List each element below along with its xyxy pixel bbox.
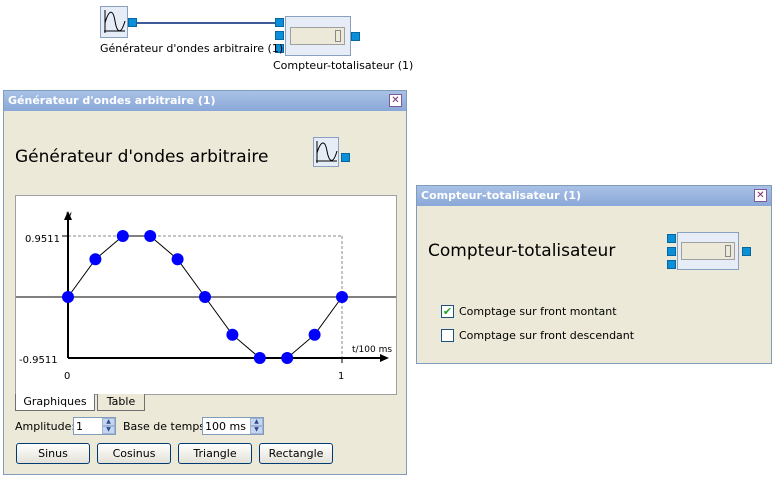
checkbox-rising-edge-label: Comptage sur front montant: [459, 305, 617, 318]
waveform-point-8: [281, 352, 294, 364]
checkbox-falling-edge-box[interactable]: [441, 329, 454, 342]
generator-heading-icon: [313, 137, 339, 167]
counter-block[interactable]: [285, 16, 351, 56]
timebase-down-button[interactable]: ▼: [250, 426, 263, 434]
waveform-point-5: [199, 291, 211, 303]
generator-titlebar[interactable]: Générateur d'ondes arbitraire (1) ✕: [4, 91, 406, 111]
y-tick-label-max: 0.9511: [25, 234, 60, 245]
counter-input-port-2[interactable]: [275, 31, 284, 40]
wave-icon: [316, 141, 338, 163]
counter-output-port[interactable]: [351, 32, 360, 41]
counter-heading-icon-port-2: [667, 247, 676, 256]
checkbox-rising-edge-box[interactable]: ✔: [441, 305, 454, 318]
waveform-point-1: [89, 253, 102, 266]
counter-window: Compteur-totalisateur (1) ✕ Compteur-tot…: [416, 185, 772, 364]
generator-block[interactable]: [100, 6, 128, 38]
waveform-point-10: [336, 291, 348, 303]
timebase-input[interactable]: [205, 419, 249, 433]
triangle-button[interactable]: Triangle: [178, 443, 252, 464]
counter-close-button[interactable]: ✕: [754, 189, 767, 202]
waveform-point-4: [171, 253, 184, 266]
counter-display: [290, 27, 345, 45]
x-axis-label: t/100 ms: [352, 345, 392, 355]
checkbox-falling-edge-label: Comptage sur front descendant: [459, 329, 635, 342]
tab-table[interactable]: Table: [97, 394, 145, 411]
generator-heading: Générateur d'ondes arbitraire: [15, 147, 269, 167]
amplitude-up-button[interactable]: ▲: [102, 418, 115, 426]
amplitude-down-button[interactable]: ▼: [102, 426, 115, 434]
wave-icon: [104, 10, 126, 33]
waveform-point-2: [116, 230, 129, 242]
generator-window: Générateur d'ondes arbitraire (1) ✕ Géné…: [3, 90, 407, 475]
rectangle-button[interactable]: Rectangle: [259, 443, 333, 464]
waveform-plot[interactable]: y t/100 ms 0.9511 -0.9511 0 1: [15, 195, 397, 395]
counter-heading-icon-port-1: [667, 234, 676, 243]
generator-output-port[interactable]: [128, 18, 137, 27]
generator-heading-icon-port: [341, 153, 350, 162]
amplitude-label: Amplitude:: [15, 420, 76, 433]
counter-heading-icon-port-3: [667, 260, 676, 269]
amplitude-input[interactable]: [76, 419, 100, 433]
waveform-point-9: [308, 328, 321, 341]
counter-titlebar[interactable]: Compteur-totalisateur (1) ✕: [417, 186, 771, 206]
x-tick-label-start: 0: [64, 371, 70, 382]
generator-window-title: Générateur d'ondes arbitraire (1): [8, 94, 216, 107]
waveform-point-7: [253, 352, 266, 364]
connection-wire[interactable]: [137, 22, 275, 24]
waveform-chart: y t/100 ms 0.9511 -0.9511 0 1: [16, 210, 396, 382]
timebase-up-button[interactable]: ▲: [250, 418, 263, 426]
waveform-point-0: [62, 291, 74, 303]
tab-graphiques[interactable]: Graphiques: [15, 394, 95, 411]
amplitude-spinbox[interactable]: ▲ ▼: [73, 417, 116, 435]
waveform-point-3: [144, 230, 157, 242]
counter-heading-icon-output-port: [742, 247, 751, 256]
x-tick-label-end: 1: [338, 371, 344, 382]
y-tick-label-min: -0.9511: [19, 355, 58, 366]
y-axis-label: y: [66, 210, 72, 221]
counter-heading-icon: [677, 232, 739, 270]
waveform-point-6: [226, 328, 239, 341]
generator-block-label: Générateur d'ondes arbitraire (1): [100, 42, 284, 55]
x-axis-arrow: [380, 354, 389, 362]
cosinus-button[interactable]: Cosinus: [97, 443, 171, 464]
timebase-spinbox[interactable]: ▲ ▼: [202, 417, 264, 435]
counter-window-title: Compteur-totalisateur (1): [421, 189, 582, 202]
counter-heading: Compteur-totalisateur: [428, 241, 616, 261]
sinus-button[interactable]: Sinus: [16, 443, 90, 464]
counter-block-label: Compteur-totalisateur (1): [273, 59, 414, 72]
counter-input-port-1[interactable]: [275, 18, 284, 27]
timebase-label: Base de temps:: [123, 420, 209, 433]
generator-close-button[interactable]: ✕: [389, 94, 402, 107]
